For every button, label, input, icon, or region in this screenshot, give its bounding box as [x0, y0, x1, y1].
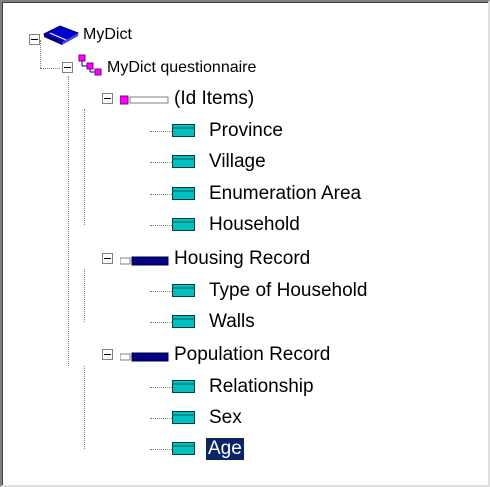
item-icon: [172, 187, 196, 206]
record-id-items[interactable]: (Id Items): [172, 88, 256, 110]
collapse-toggle-population-record[interactable]: [102, 349, 113, 360]
item-relationship[interactable]: Relationship: [207, 376, 316, 398]
tree-line: [40, 40, 41, 68]
tree-line: [150, 131, 172, 132]
item-icon: [172, 380, 196, 399]
record-icon: [119, 350, 170, 368]
item-age-selected[interactable]: Age: [205, 437, 245, 461]
item-province[interactable]: Province: [207, 120, 285, 142]
item-icon: [172, 124, 196, 143]
item-icon: [172, 442, 196, 461]
tree-line: [150, 387, 172, 388]
tree-line: [150, 418, 172, 419]
tree-line: [150, 291, 172, 292]
item-icon: [172, 284, 196, 303]
collapse-toggle-root[interactable]: [29, 34, 40, 45]
record-population[interactable]: Population Record: [172, 344, 332, 366]
dictionary-tree-panel: MyDict MyDict questionnaire (Id Items) P…: [0, 0, 490, 487]
tree-line: [84, 109, 85, 225]
id-items-record-icon: [119, 93, 170, 111]
tree-line: [150, 449, 172, 450]
tree-line: [150, 322, 172, 323]
tree-line: [150, 194, 172, 195]
collapse-toggle-id-items[interactable]: [102, 93, 113, 104]
level-hierarchy-icon: [78, 54, 102, 81]
tree-line: [150, 225, 172, 226]
item-icon: [172, 411, 196, 430]
item-walls[interactable]: Walls: [207, 311, 257, 333]
record-icon: [119, 254, 170, 272]
tree-node-root[interactable]: MyDict: [81, 24, 134, 46]
tree-line: [68, 76, 69, 366]
tree-line: [84, 366, 85, 449]
collapse-toggle-questionnaire[interactable]: [62, 62, 73, 73]
item-enumeration-area[interactable]: Enumeration Area: [207, 183, 363, 205]
item-village[interactable]: Village: [207, 151, 268, 173]
item-icon: [172, 315, 196, 334]
item-household[interactable]: Household: [207, 214, 302, 236]
tree-line: [84, 269, 85, 322]
tree-line: [150, 162, 172, 163]
collapse-toggle-housing-record[interactable]: [102, 253, 113, 264]
tree-node-questionnaire[interactable]: MyDict questionnaire: [105, 57, 258, 79]
tree-line: [40, 68, 60, 69]
item-type-of-household[interactable]: Type of Household: [207, 280, 369, 302]
dictionary-tree[interactable]: MyDict MyDict questionnaire (Id Items) P…: [2, 2, 488, 485]
item-sex[interactable]: Sex: [207, 407, 244, 429]
item-icon: [172, 155, 196, 174]
item-icon: [172, 218, 196, 237]
dictionary-book-icon: [42, 24, 80, 51]
record-housing[interactable]: Housing Record: [172, 248, 312, 270]
